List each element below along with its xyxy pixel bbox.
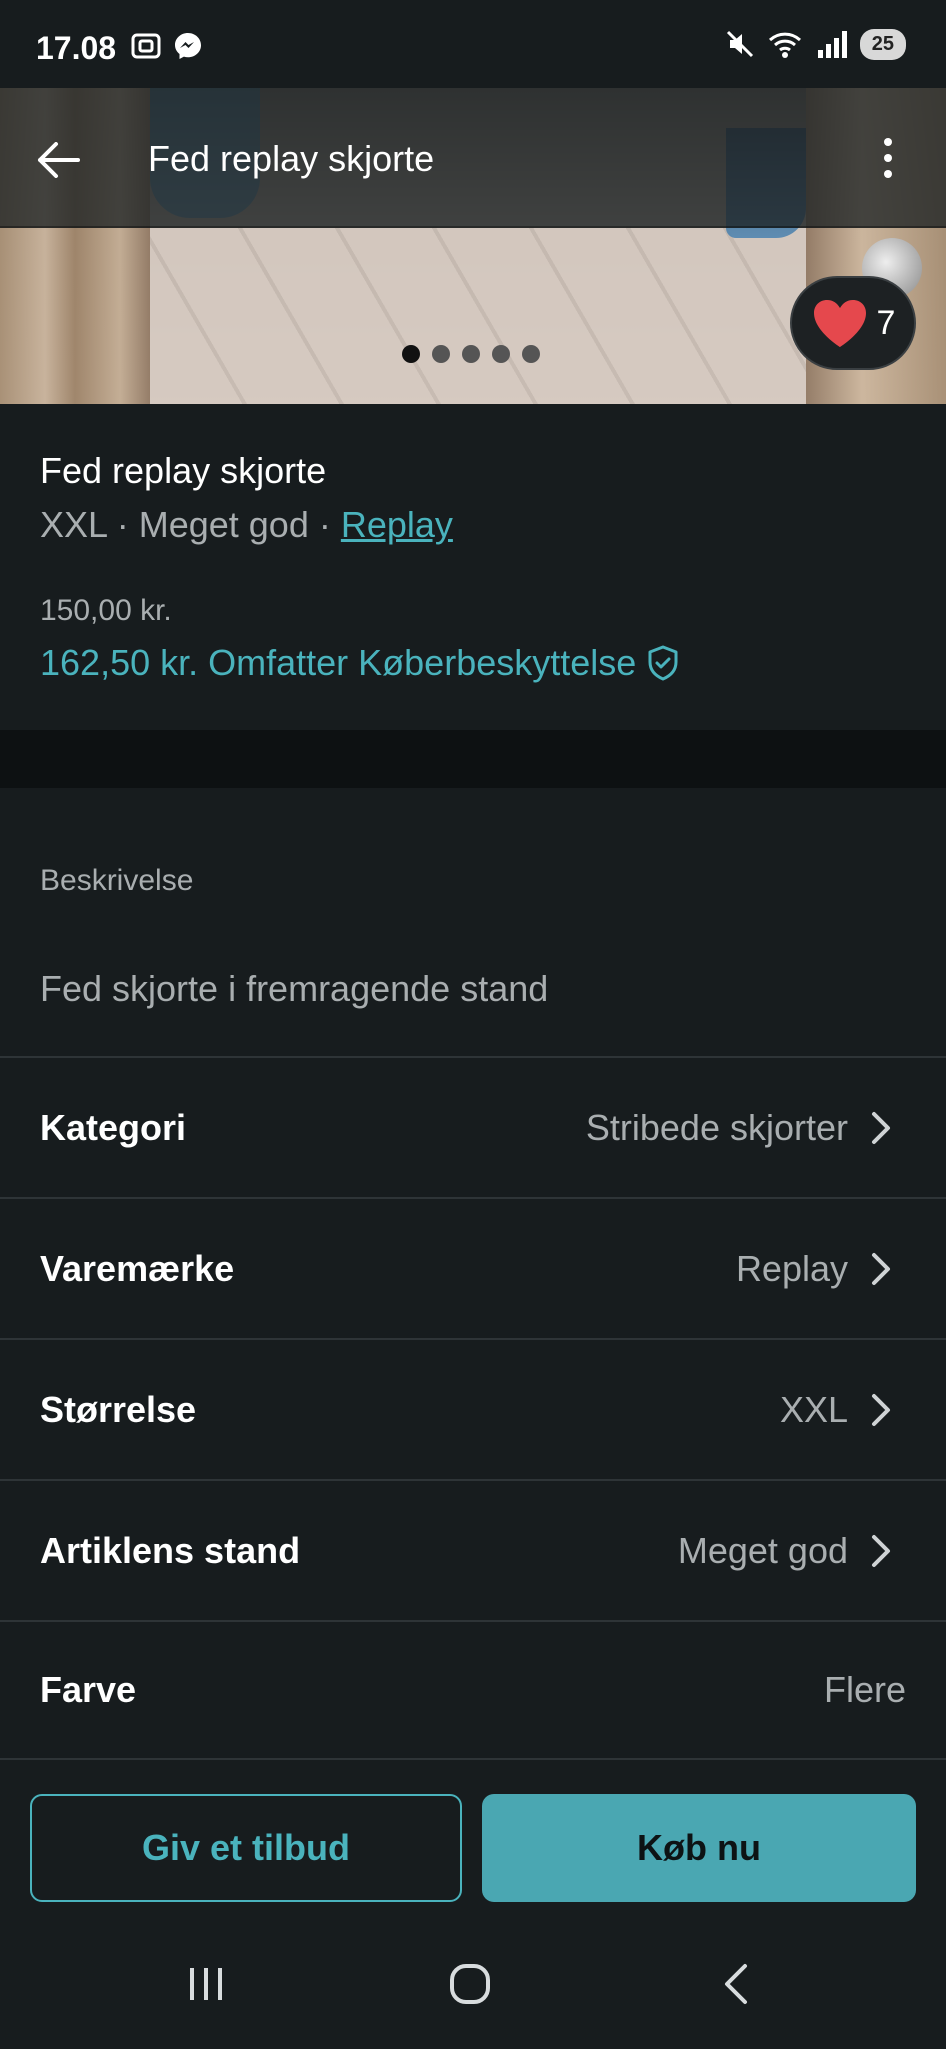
chevron-left-icon xyxy=(725,1964,747,2004)
screenshot-icon xyxy=(131,33,161,59)
chevron-right-icon xyxy=(872,1252,890,1285)
attribute-label: Artiklens stand xyxy=(40,1529,301,1571)
arrow-left-icon xyxy=(38,142,80,178)
attribute-value: Flere xyxy=(823,1669,906,1710)
recent-apps-icon xyxy=(190,1968,222,2000)
attribute-row-size[interactable]: Størrelse XXL xyxy=(0,1340,946,1481)
buy-now-button[interactable]: Køb nu xyxy=(482,1794,916,1902)
attribute-label: Størrelse xyxy=(40,1388,197,1430)
shield-check-icon xyxy=(648,645,678,681)
brand-link[interactable]: Replay xyxy=(341,504,453,545)
wifi-icon xyxy=(768,32,801,58)
attribute-row-category[interactable]: Kategori Stribede skjorter xyxy=(0,1058,946,1199)
status-system-icons: 25 xyxy=(724,28,906,60)
chevron-right-icon xyxy=(872,1534,890,1567)
more-vertical-icon xyxy=(884,138,892,146)
chevron-right-icon xyxy=(872,1393,890,1426)
attribute-value: Replay xyxy=(735,1247,848,1289)
description-text: Fed skjorte i fremragende stand xyxy=(40,968,549,1009)
gallery-pagination xyxy=(402,345,540,363)
description-section: Beskrivelse Fed skjorte i fremragende st… xyxy=(0,788,946,1058)
more-options-button[interactable] xyxy=(868,128,908,188)
attribute-value: XXL xyxy=(779,1388,848,1430)
item-condition: Meget god xyxy=(138,504,309,545)
status-bar: 17.08 25 xyxy=(0,0,946,88)
attribute-value: Stribede skjorter xyxy=(585,1106,848,1148)
favorite-count: 7 xyxy=(876,303,896,342)
system-back-button[interactable] xyxy=(696,1944,776,2024)
status-time: 17.08 xyxy=(36,30,117,66)
section-divider xyxy=(0,730,946,788)
home-button[interactable] xyxy=(430,1944,510,2024)
gallery-dot[interactable] xyxy=(462,345,480,363)
status-notification-icons xyxy=(130,30,204,62)
back-button[interactable] xyxy=(30,132,86,188)
description-label: Beskrivelse xyxy=(40,864,194,897)
chevron-right-icon xyxy=(872,1111,890,1144)
signal-icon xyxy=(817,31,847,58)
attribute-row-color: Farve Flere xyxy=(0,1622,946,1758)
item-title: Fed replay skjorte xyxy=(40,450,327,491)
total-price: 162,50 kr. xyxy=(40,642,199,683)
gallery-dot[interactable] xyxy=(432,345,450,363)
gallery-dot[interactable] xyxy=(402,345,420,363)
mute-icon xyxy=(726,30,753,58)
messenger-icon xyxy=(175,33,201,59)
favorite-button[interactable]: 7 xyxy=(790,276,916,370)
attribute-row-brand[interactable]: Varemærke Replay xyxy=(0,1199,946,1340)
item-summary: Fed replay skjorte XXL · Meget god · Rep… xyxy=(0,404,946,730)
recent-apps-button[interactable] xyxy=(166,1944,246,2024)
purchase-actions: Giv et tilbud Køb nu xyxy=(0,1758,946,1914)
item-price: 150,00 kr. xyxy=(40,594,172,627)
make-offer-button[interactable]: Giv et tilbud xyxy=(30,1794,462,1902)
attribute-label: Varemærke xyxy=(40,1247,235,1289)
item-subtitle: XXL · Meget god · Replay xyxy=(40,504,453,545)
gallery-dot[interactable] xyxy=(522,345,540,363)
attribute-label: Kategori xyxy=(40,1106,187,1148)
attribute-value: Meget god xyxy=(677,1529,848,1571)
buyer-protection-price[interactable]: 162,50 kr. Omfatter Køberbeskyttelse xyxy=(40,642,680,684)
buyer-protection-label: Omfatter Køberbeskyttelse xyxy=(208,642,637,683)
attribute-label: Farve xyxy=(40,1669,137,1710)
page-title: Fed replay skjorte xyxy=(148,138,435,179)
battery-indicator: 25 xyxy=(859,28,906,60)
gallery-dot[interactable] xyxy=(492,345,510,363)
home-icon xyxy=(450,1964,490,2004)
heart-icon xyxy=(813,300,866,347)
item-size: XXL xyxy=(40,504,107,545)
top-app-bar: Fed replay skjorte xyxy=(0,88,946,228)
attribute-row-condition[interactable]: Artiklens stand Meget god xyxy=(0,1481,946,1622)
system-navigation-bar xyxy=(0,1914,946,2049)
